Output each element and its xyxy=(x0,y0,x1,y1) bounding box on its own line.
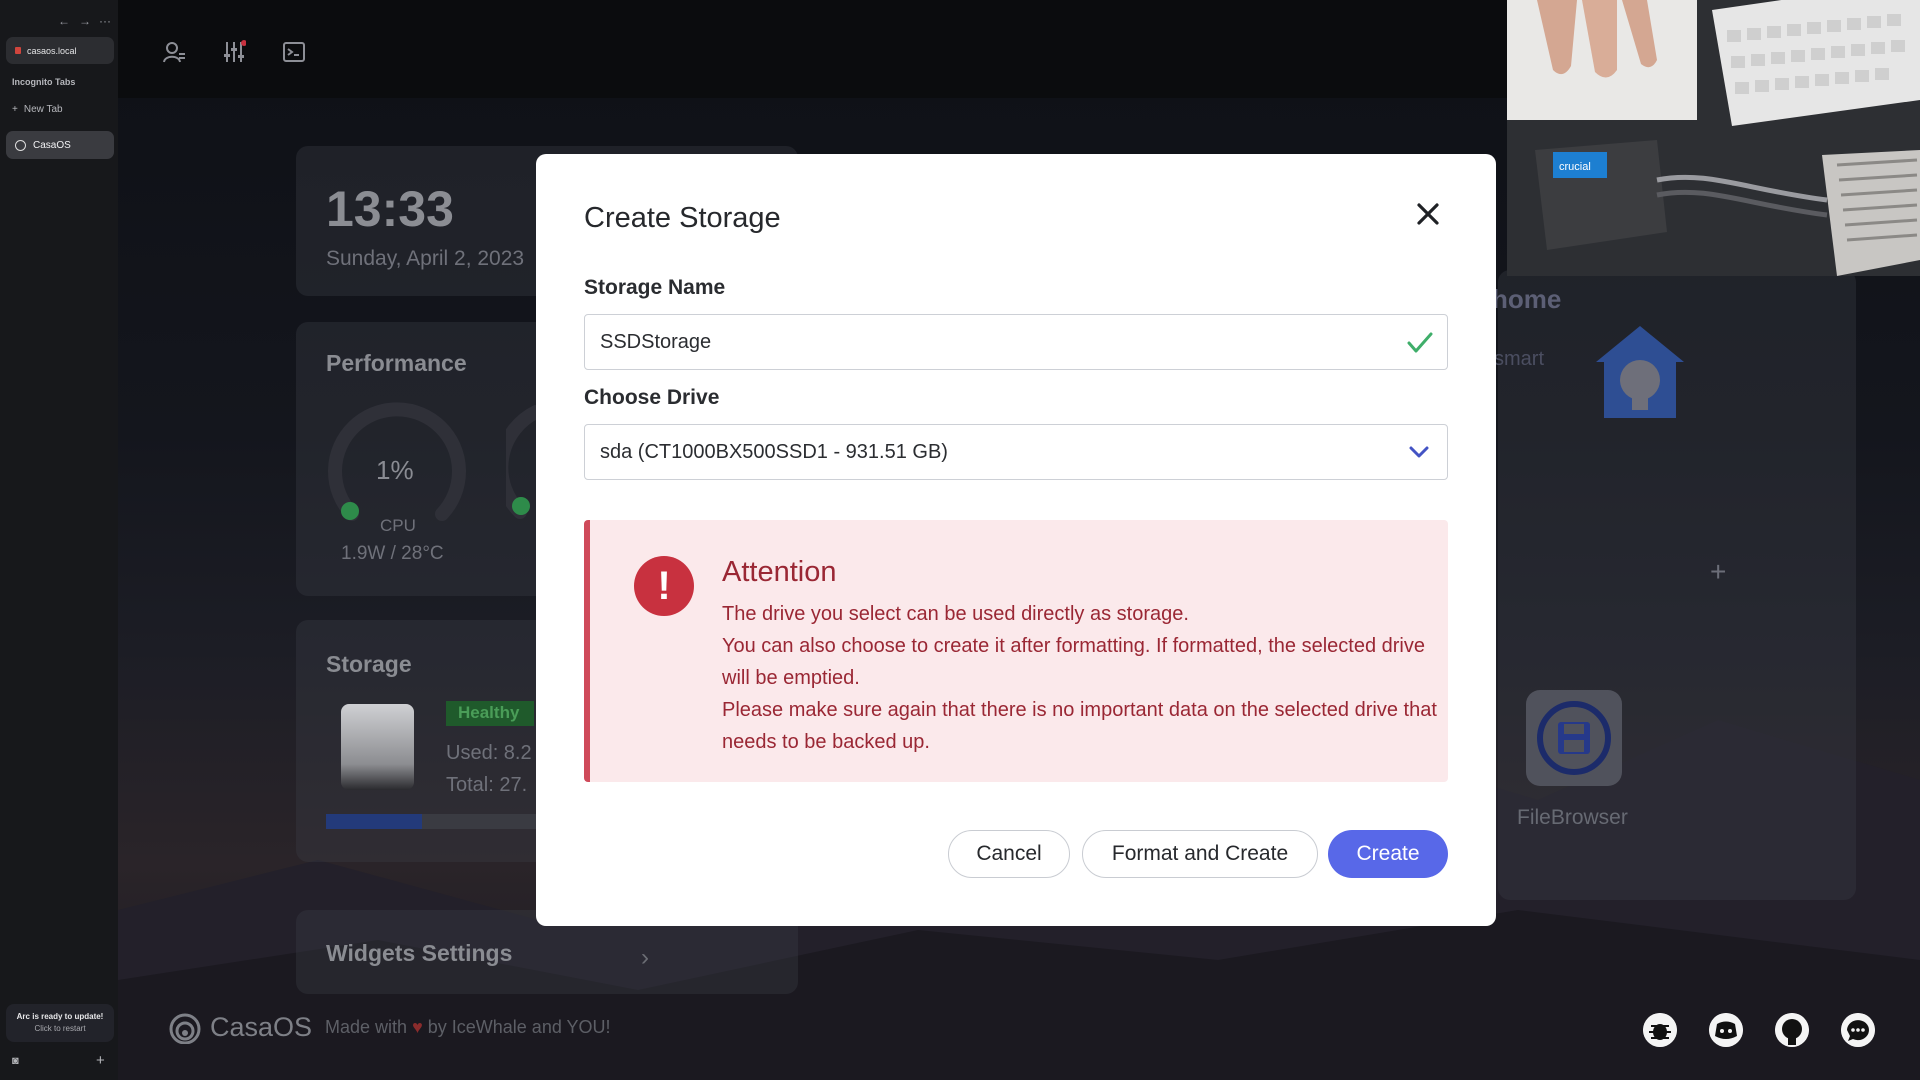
github-icon[interactable] xyxy=(1775,1013,1809,1047)
casaos-logo-icon xyxy=(169,1013,201,1044)
filebrowser-app-tile[interactable] xyxy=(1526,690,1622,786)
webcam-overlay: crucial xyxy=(1507,0,1920,276)
storage-status-badge: Healthy xyxy=(446,701,534,726)
cpu-power-temp: 1.9W / 28°C xyxy=(341,543,444,564)
browser-sidebar: ← → ··· casaos.local Incognito Tabs + Ne… xyxy=(0,0,118,1080)
made-with-text: Made with ♥ by IceWhale and YOU! xyxy=(325,1017,611,1038)
chevron-down-icon[interactable] xyxy=(1409,445,1429,459)
format-and-create-button[interactable]: Format and Create xyxy=(1082,830,1318,878)
dialog-title: Create Storage xyxy=(584,202,781,234)
back-arrow-icon[interactable]: ← xyxy=(58,14,70,28)
url-text: casaos.local xyxy=(27,45,77,56)
bug-report-icon[interactable] xyxy=(1643,1013,1677,1047)
url-bar[interactable]: casaos.local xyxy=(6,37,114,64)
discord-icon[interactable] xyxy=(1709,1013,1743,1047)
valid-check-icon xyxy=(1407,332,1433,353)
storage-total: Total: 27. xyxy=(446,774,528,796)
storage-usage-bar xyxy=(326,814,566,829)
smart-home-sub: smart xyxy=(1494,348,1544,370)
performance-title: Performance xyxy=(326,350,467,376)
attention-line: You can also choose to create it after f… xyxy=(722,635,1425,689)
exclamation-icon: ! xyxy=(634,556,694,616)
attention-line: Please make sure again that there is no … xyxy=(722,699,1437,753)
new-tab-label: New Tab xyxy=(23,104,63,115)
incognito-tabs-label: Incognito Tabs xyxy=(12,77,76,87)
attention-alert: ! Attention The drive you select can be … xyxy=(584,520,1448,782)
filebrowser-icon xyxy=(1537,701,1611,775)
storage-used: Used: 8.2 xyxy=(446,742,532,764)
storage-name-value: SSDStorage xyxy=(600,330,712,353)
cpu-percent: 1% xyxy=(376,455,414,485)
user-icon[interactable] xyxy=(162,40,186,64)
drive-image xyxy=(341,704,414,790)
filebrowser-label: FileBrowser xyxy=(1517,806,1628,829)
cancel-button[interactable]: Cancel xyxy=(948,830,1070,878)
crucial-label: crucial xyxy=(1559,161,1591,173)
webcam-image: crucial xyxy=(1507,0,1920,276)
more-icon[interactable]: ··· xyxy=(99,14,111,28)
choose-drive-label: Choose Drive xyxy=(584,386,720,409)
terminal-icon[interactable] xyxy=(282,40,306,64)
attention-message: The drive you select can be used directl… xyxy=(722,598,1438,758)
update-subtitle: Click to restart xyxy=(34,1024,86,1033)
made-with-prefix: Made with xyxy=(325,1017,408,1037)
smart-home-title: home xyxy=(1492,284,1562,314)
made-with-suffix: by IceWhale and YOU! xyxy=(427,1017,611,1037)
tab-casaos[interactable]: CasaOS xyxy=(6,131,114,159)
forward-arrow-icon[interactable]: → xyxy=(79,14,91,28)
new-tab-button[interactable]: + New Tab xyxy=(12,104,63,115)
create-button[interactable]: Create xyxy=(1328,830,1448,878)
brand-name: CasaOS xyxy=(210,1011,313,1042)
choose-drive-select[interactable]: sda (CT1000BX500SSD1 - 931.51 GB) xyxy=(584,424,1448,480)
add-icon[interactable]: + xyxy=(96,1052,105,1069)
site-icon xyxy=(15,47,21,54)
add-app-icon[interactable]: + xyxy=(1710,556,1726,588)
storage-usage-fill xyxy=(326,814,422,829)
cpu-label: CPU xyxy=(380,516,416,535)
heart-icon: ♥ xyxy=(412,1017,423,1037)
clock-date: Sunday, April 2, 2023 xyxy=(326,247,525,270)
casaos-tab-icon xyxy=(15,139,26,151)
update-notice[interactable]: Arc is ready to update! Click to restart xyxy=(6,1004,114,1042)
tab-casaos-label: CasaOS xyxy=(33,139,71,151)
plus-icon: + xyxy=(12,104,18,115)
storage-name-label: Storage Name xyxy=(584,276,726,299)
storage-title: Storage xyxy=(326,651,412,677)
attention-line: The drive you select can be used directl… xyxy=(722,603,1189,625)
library-icon[interactable]: ◙ xyxy=(12,1055,19,1067)
chat-icon[interactable] xyxy=(1841,1013,1875,1047)
widgets-settings-title: Widgets Settings xyxy=(326,940,513,966)
casaos-logo: CasaOS xyxy=(168,1010,312,1044)
smart-home-icon xyxy=(1596,326,1684,418)
update-title: Arc is ready to update! xyxy=(16,1012,104,1021)
close-icon[interactable] xyxy=(1412,198,1444,230)
drive-selected-value: sda (CT1000BX500SSD1 - 931.51 GB) xyxy=(600,440,948,463)
storage-name-input[interactable]: SSDStorage xyxy=(584,314,1448,370)
chevron-right-icon[interactable]: › xyxy=(641,944,649,972)
clock-time: 13:33 xyxy=(326,181,454,237)
attention-title: Attention xyxy=(722,556,837,588)
settings-sliders-icon[interactable] xyxy=(222,40,246,64)
create-storage-dialog: Create Storage Storage Name SSDStorage C… xyxy=(536,154,1496,926)
